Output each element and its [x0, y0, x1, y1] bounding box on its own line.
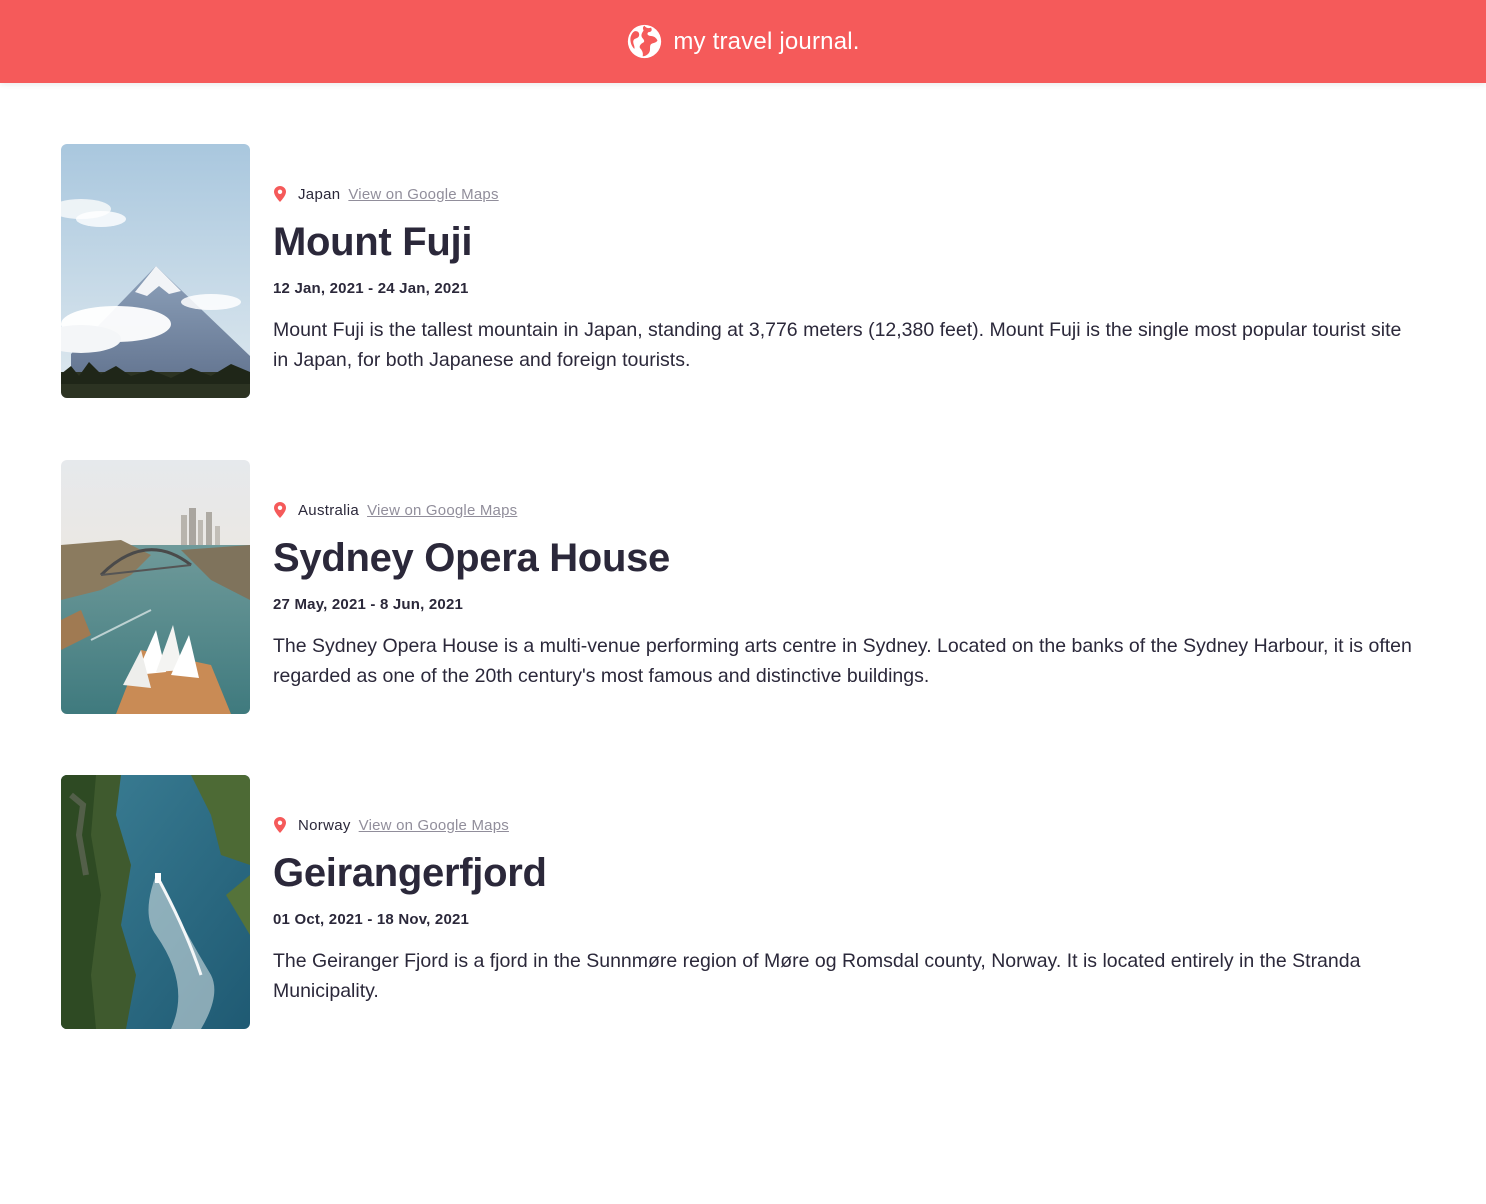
location-pin-icon — [274, 817, 286, 833]
country-label: Australia — [298, 501, 360, 519]
entry-dates: 27 May, 2021 - 8 Jun, 2021 — [273, 596, 464, 613]
entry-description: The Sydney Opera House is a multi-venue … — [273, 635, 1412, 687]
entry-dates: 12 Jan, 2021 - 24 Jan, 2021 — [273, 280, 469, 297]
entry-title: Sydney Opera House — [273, 536, 670, 580]
brand[interactable]: my travel journal. — [626, 23, 859, 60]
journal-entry: Norway View on Google Maps Geirangerfjor… — [61, 775, 1431, 1029]
google-maps-link[interactable]: View on Google Maps — [367, 502, 517, 519]
entry-description: The Geiranger Fjord is a fjord in the Su… — [273, 950, 1361, 1002]
entry-info: Japan View on Google Maps Mount Fuji 12 … — [273, 144, 1413, 398]
entry-info: Australia View on Google Maps Sydney Ope… — [273, 460, 1413, 714]
google-maps-link[interactable]: View on Google Maps — [359, 817, 509, 834]
google-maps-link[interactable]: View on Google Maps — [348, 186, 498, 203]
sydney-opera-house-photo — [61, 460, 250, 714]
app-title: my travel journal. — [673, 27, 860, 55]
journal-entry: Australia View on Google Maps Sydney Ope… — [61, 460, 1431, 714]
location-pin-icon — [274, 186, 286, 202]
entry-title: Mount Fuji — [273, 220, 473, 264]
mount-fuji-photo — [61, 144, 250, 398]
entry-title: Geirangerfjord — [273, 851, 547, 895]
journal-entry: Japan View on Google Maps Mount Fuji 12 … — [61, 144, 1431, 398]
geirangerfjord-photo — [61, 775, 250, 1029]
entry-description: Mount Fuji is the tallest mountain in Ja… — [273, 319, 1402, 371]
top-navbar: my travel journal. — [0, 0, 1486, 83]
entry-info: Norway View on Google Maps Geirangerfjor… — [273, 775, 1413, 1029]
country-label: Norway — [298, 816, 351, 834]
globe-icon — [626, 23, 663, 60]
location-row: Australia View on Google Maps — [273, 500, 1413, 520]
entry-dates: 01 Oct, 2021 - 18 Nov, 2021 — [273, 911, 470, 928]
location-row: Japan View on Google Maps — [273, 184, 1413, 204]
location-pin-icon — [274, 502, 286, 518]
country-label: Japan — [298, 185, 341, 203]
location-row: Norway View on Google Maps — [273, 815, 1413, 835]
